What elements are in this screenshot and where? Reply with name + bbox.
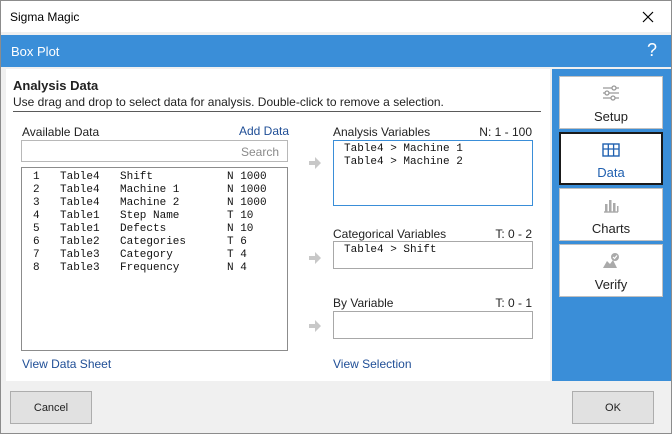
list-item[interactable]: Table4 > Machine 2 — [344, 156, 463, 168]
search-input[interactable]: Search — [21, 140, 288, 162]
bar-chart-icon — [560, 195, 662, 215]
section-title: Analysis Data — [13, 78, 99, 93]
list-item[interactable]: 1 Table4 Shift N 1000 — [22, 171, 267, 184]
sidebar-item-charts[interactable]: Charts — [559, 188, 663, 241]
close-button[interactable] — [625, 1, 671, 32]
sidebar-item-label: Data — [597, 165, 625, 180]
view-data-sheet-link[interactable]: View Data Sheet — [22, 357, 111, 371]
section-divider — [13, 111, 541, 112]
dialog-footer: Cancel OK — [1, 383, 671, 433]
move-right-arrow-icon[interactable] — [308, 319, 322, 333]
close-icon — [642, 11, 654, 22]
main-panel: Analysis Data Use drag and drop to selec… — [6, 69, 550, 381]
dialog-window: Sigma Magic Box Plot ? Analysis Data Use… — [0, 0, 672, 434]
title-bar: Sigma Magic — [1, 1, 671, 32]
list-item[interactable]: 2 Table4 Machine 1N 1000 — [22, 184, 267, 197]
list-item[interactable]: 8 Table3 Frequency N 4 — [22, 262, 247, 275]
list-item[interactable]: 5 Table1 Defects N 10 — [22, 223, 253, 236]
cancel-button[interactable]: Cancel — [10, 391, 92, 424]
list-item[interactable]: Table4 > Machine 1 — [344, 143, 463, 155]
list-item[interactable]: 3 Table4 Machine 2N 1000 — [22, 197, 267, 210]
by-variable-box[interactable] — [333, 311, 533, 339]
categorical-variables-box[interactable]: Table4 > Shift — [333, 241, 533, 269]
sidebar-item-data[interactable]: Data — [559, 132, 663, 185]
sidebar-item-label: Verify — [594, 277, 628, 292]
verify-icon — [560, 251, 662, 271]
search-placeholder: Search — [240, 145, 279, 159]
analysis-variables-range: N: 1 - 100 — [479, 125, 532, 139]
sidebar-item-label: Charts — [591, 221, 631, 236]
list-item[interactable]: Table4 > Shift — [344, 244, 436, 256]
analysis-variables-box[interactable]: Table4 > Machine 1 Table4 > Machine 2 — [333, 140, 533, 206]
sidebar: Setup Data Charts Verify — [552, 69, 671, 381]
window-title: Sigma Magic — [10, 10, 80, 24]
dialog-header: Box Plot ? — [1, 35, 671, 67]
sidebar-item-setup[interactable]: Setup — [559, 76, 663, 129]
list-item[interactable]: 4 Table1 Step Name T 10 — [22, 210, 253, 223]
analysis-variables-label: Analysis Variables — [333, 125, 431, 139]
list-item[interactable]: 6 Table2 Categories T 6 — [22, 236, 247, 249]
move-right-arrow-icon[interactable] — [308, 251, 322, 265]
view-selection-link[interactable]: View Selection — [333, 357, 412, 371]
available-data-list[interactable]: 1 Table4 Shift N 1000 2 Table4 Machine 1N 100… — [21, 167, 288, 351]
add-data-link[interactable]: Add Data — [239, 124, 289, 138]
section-instructions: Use drag and drop to select data for ana… — [13, 95, 444, 109]
categorical-variables-range: T: 0 - 2 — [495, 227, 532, 241]
dialog-heading: Box Plot — [11, 44, 60, 59]
sidebar-item-label: Setup — [594, 109, 628, 124]
list-item[interactable]: 7 Table3 Category T 4 — [22, 249, 247, 262]
by-variable-label: By Variable — [333, 296, 394, 310]
move-right-arrow-icon[interactable] — [308, 156, 322, 170]
categorical-variables-label: Categorical Variables — [333, 227, 447, 241]
ok-button[interactable]: OK — [572, 391, 654, 424]
sidebar-item-verify[interactable]: Verify — [559, 244, 663, 297]
sliders-icon — [560, 83, 662, 103]
by-variable-range: T: 0 - 1 — [495, 296, 532, 310]
table-icon — [561, 140, 661, 160]
help-button[interactable]: ? — [647, 40, 657, 61]
available-data-label: Available Data — [22, 125, 100, 139]
